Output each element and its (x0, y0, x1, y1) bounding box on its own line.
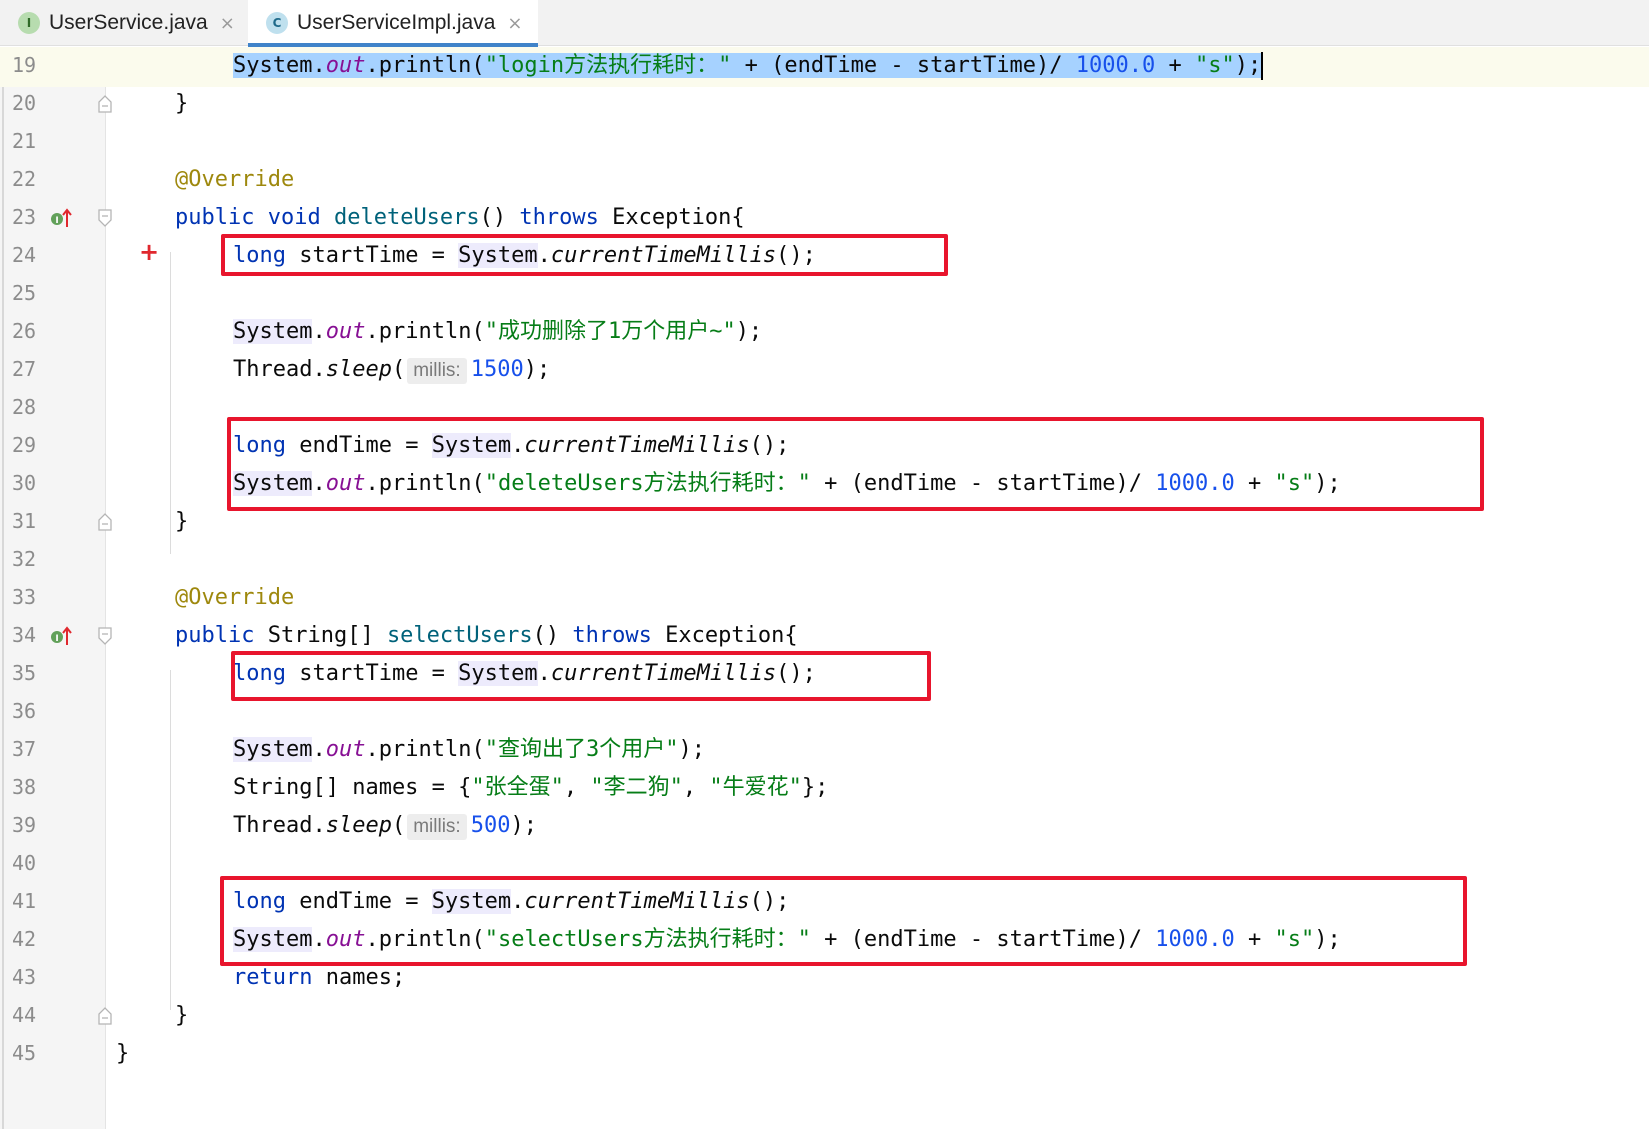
line-number: 25 (12, 281, 37, 305)
code-text[interactable]: System.out.println("login方法执行耗时：" + (end… (233, 52, 1264, 80)
line-number: 32 (12, 547, 37, 571)
line-number: 21 (12, 129, 37, 153)
code-text[interactable]: @Override (175, 166, 294, 194)
class-icon: C (266, 12, 288, 34)
svg-text:I: I (55, 216, 58, 226)
line-number: 22 (12, 167, 37, 191)
code-text[interactable]: @Override (175, 584, 294, 612)
parameter-hint: millis: (407, 358, 467, 384)
code-line[interactable]: 33 @Override (0, 579, 1649, 619)
line-number: 31 (12, 509, 37, 533)
line-number: 29 (12, 433, 37, 457)
line-number: 23 (12, 205, 37, 229)
plus-marker-icon: + (139, 238, 160, 266)
annotation-box (220, 876, 1467, 966)
line-number: 36 (12, 699, 37, 723)
fold-end-icon[interactable] (97, 1006, 113, 1026)
line-number: 27 (12, 357, 37, 381)
line-number: 20 (12, 91, 37, 115)
close-icon[interactable]: × (220, 13, 235, 34)
annotation-box (231, 651, 931, 701)
code-text[interactable]: } (175, 508, 188, 536)
annotation-box (227, 417, 1484, 511)
code-line[interactable]: 27 Thread.sleep(millis: 1500); (0, 351, 1649, 391)
code-line[interactable]: 32 (0, 541, 1649, 581)
code-line[interactable]: 22 @Override (0, 161, 1649, 201)
line-number: 43 (12, 965, 37, 989)
code-text[interactable]: } (116, 1040, 129, 1068)
line-number: 34 (12, 623, 37, 647)
line-number: 42 (12, 927, 37, 951)
fold-start-icon[interactable] (97, 626, 113, 646)
fold-end-icon[interactable] (97, 512, 113, 532)
fold-start-icon[interactable] (97, 208, 113, 228)
code-editor[interactable]: 19 System.out.println("login方法执行耗时：" + (… (0, 47, 1649, 1129)
code-line[interactable]: 39 Thread.sleep(millis: 500); (0, 807, 1649, 847)
code-text[interactable]: } (175, 90, 188, 118)
code-text[interactable]: String[] names = {"张全蛋", "李二狗", "牛爱花"}; (233, 774, 828, 802)
line-number: 44 (12, 1003, 37, 1027)
interface-icon: I (18, 12, 40, 34)
tab-userserviceimpl[interactable]: C UserServiceImpl.java × (248, 0, 538, 47)
code-line[interactable]: 23 I public void deleteUsers() throws Ex… (0, 199, 1649, 239)
code-text[interactable]: Thread.sleep(millis: 1500); (233, 356, 550, 384)
code-text[interactable]: System.out.println("查询出了3个用户"); (233, 736, 705, 764)
implements-method-icon[interactable]: I (50, 625, 72, 647)
tab-userservice[interactable]: I UserService.java × (0, 0, 244, 46)
line-number: 40 (12, 851, 37, 875)
code-text[interactable]: return names; (233, 964, 405, 992)
line-number: 35 (12, 661, 37, 685)
line-number: 30 (12, 471, 37, 495)
line-number: 33 (12, 585, 37, 609)
line-number: 24 (12, 243, 37, 267)
code-line[interactable]: 45 } (0, 1035, 1649, 1075)
parameter-hint: millis: (407, 814, 467, 840)
code-line[interactable]: 44 } (0, 997, 1649, 1037)
code-line[interactable]: 19 System.out.println("login方法执行耗时：" + (… (0, 47, 1649, 87)
code-text[interactable]: System.out.println("成功删除了1万个用户~"); (233, 318, 762, 346)
line-number: 39 (12, 813, 37, 837)
implements-method-icon[interactable]: I (50, 207, 72, 229)
line-number: 41 (12, 889, 37, 913)
line-number: 38 (12, 775, 37, 799)
line-number: 28 (12, 395, 37, 419)
editor-tab-bar: I UserService.java × C UserServiceImpl.j… (0, 0, 1649, 47)
annotation-box (221, 234, 948, 276)
code-text[interactable]: public String[] selectUsers() throws Exc… (175, 622, 798, 650)
code-line[interactable]: 26 System.out.println("成功删除了1万个用户~"); (0, 313, 1649, 353)
code-line[interactable]: 37 System.out.println("查询出了3个用户"); (0, 731, 1649, 771)
line-number: 26 (12, 319, 37, 343)
tab-label: UserServiceImpl.java (297, 11, 496, 34)
code-line[interactable]: 38 String[] names = {"张全蛋", "李二狗", "牛爱花"… (0, 769, 1649, 809)
close-icon[interactable]: × (507, 13, 522, 34)
fold-end-icon[interactable] (97, 94, 113, 114)
code-line[interactable]: 21 (0, 123, 1649, 163)
svg-text:I: I (55, 634, 58, 644)
code-text[interactable]: public void deleteUsers() throws Excepti… (175, 204, 745, 232)
text-caret (1261, 52, 1264, 80)
code-line[interactable]: 20 } (0, 85, 1649, 125)
tab-label: UserService.java (49, 11, 208, 34)
code-text[interactable]: } (175, 1002, 188, 1030)
code-line[interactable]: 25 (0, 275, 1649, 315)
line-number: 37 (12, 737, 37, 761)
code-text[interactable]: Thread.sleep(millis: 500); (233, 812, 537, 840)
line-number: 45 (12, 1041, 37, 1065)
line-number: 19 (12, 53, 37, 77)
